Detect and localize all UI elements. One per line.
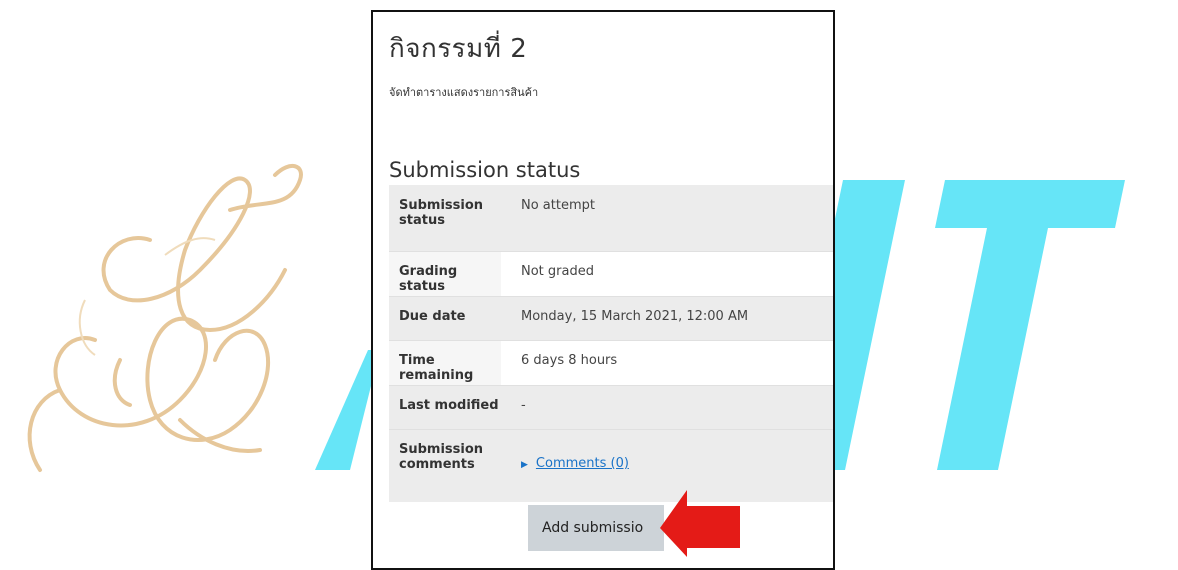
assignment-panel: กิจกรรมที่ 2 จัดทำตารางแสดงรายการสินค้า … (371, 10, 835, 570)
red-arrow-icon (660, 490, 740, 557)
table-row: Submission comments ▶ Comments (0) (389, 429, 833, 502)
activity-title: กิจกรรมที่ 2 (389, 34, 528, 64)
table-row: Due date Monday, 15 March 2021, 12:00 AM (389, 296, 833, 340)
submission-status-heading: Submission status (389, 158, 581, 182)
table-row: Submission status No attempt (389, 185, 833, 251)
row-value: Monday, 15 March 2021, 12:00 AM (501, 297, 833, 340)
row-label: Submission status (389, 185, 501, 251)
row-label: Time remaining (389, 341, 501, 385)
row-value: - (501, 386, 833, 429)
activity-description: จัดทำตารางแสดงรายการสินค้า (389, 86, 539, 99)
table-row: Time remaining 6 days 8 hours (389, 340, 833, 385)
row-label: Due date (389, 297, 501, 340)
row-label: Last modified (389, 386, 501, 429)
calligraphy-logo (27, 164, 303, 472)
calligraphy-accent (78, 237, 216, 356)
row-label: Grading status (389, 252, 501, 296)
comments-link[interactable]: Comments (0) (536, 456, 629, 471)
row-value: No attempt (501, 185, 833, 251)
add-submission-button[interactable]: Add submissio (528, 505, 664, 551)
submission-status-table: Submission status No attempt Grading sta… (389, 185, 833, 502)
expand-caret-icon[interactable]: ▶ (521, 460, 528, 470)
row-label: Submission comments (389, 430, 501, 502)
row-value: Not graded (501, 252, 833, 296)
row-value: 6 days 8 hours (501, 341, 833, 385)
table-row: Last modified - (389, 385, 833, 429)
table-row: Grading status Not graded (389, 251, 833, 296)
